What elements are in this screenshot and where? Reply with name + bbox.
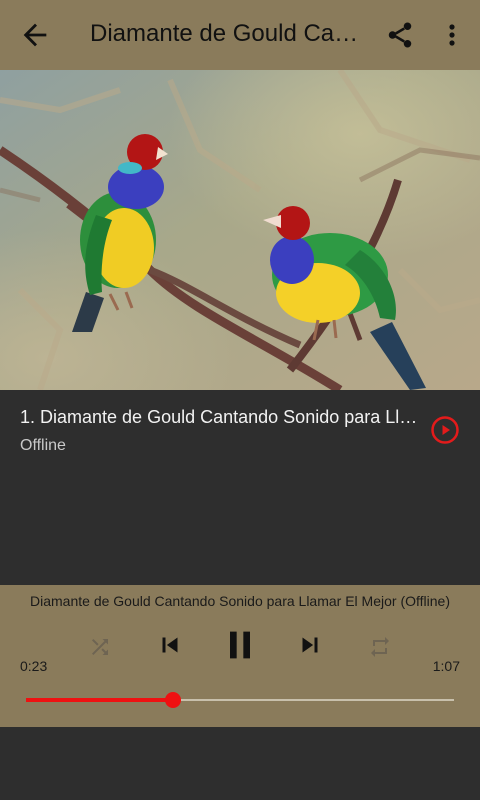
bird-photo — [0, 70, 480, 390]
skip-next-icon[interactable] — [295, 630, 325, 660]
total-time: 1:07 — [432, 658, 460, 674]
repeat-icon[interactable] — [368, 635, 392, 659]
arrow-back-icon[interactable] — [18, 18, 52, 52]
page-title: Diamante de Gould Cantando Sonido para L… — [90, 20, 360, 47]
list-item[interactable]: 1. Diamante de Gould Cantando Sonido par… — [0, 390, 480, 585]
share-icon[interactable] — [385, 20, 415, 50]
shuffle-icon[interactable] — [88, 635, 112, 659]
track-title: 1. Diamante de Gould Cantando Sonido par… — [20, 407, 420, 427]
elapsed-time: 0:23 — [20, 658, 48, 674]
play-circle-icon[interactable] — [430, 415, 460, 445]
track-status: Offline — [20, 437, 66, 454]
seek-thumb[interactable] — [164, 692, 181, 708]
seek-bar[interactable] — [26, 692, 454, 708]
bottom-area — [0, 727, 480, 800]
now-playing-title: Diamante de Gould Cantando Sonido para L… — [30, 593, 450, 609]
pause-icon[interactable] — [220, 625, 260, 665]
skip-previous-icon[interactable] — [155, 630, 185, 660]
app-bar: Diamante de Gould Cantando Sonido para L… — [0, 0, 480, 70]
player-panel: Diamante de Gould Cantando Sonido para L… — [0, 585, 480, 727]
more-vert-icon[interactable] — [440, 20, 464, 50]
seek-progress — [26, 698, 173, 702]
